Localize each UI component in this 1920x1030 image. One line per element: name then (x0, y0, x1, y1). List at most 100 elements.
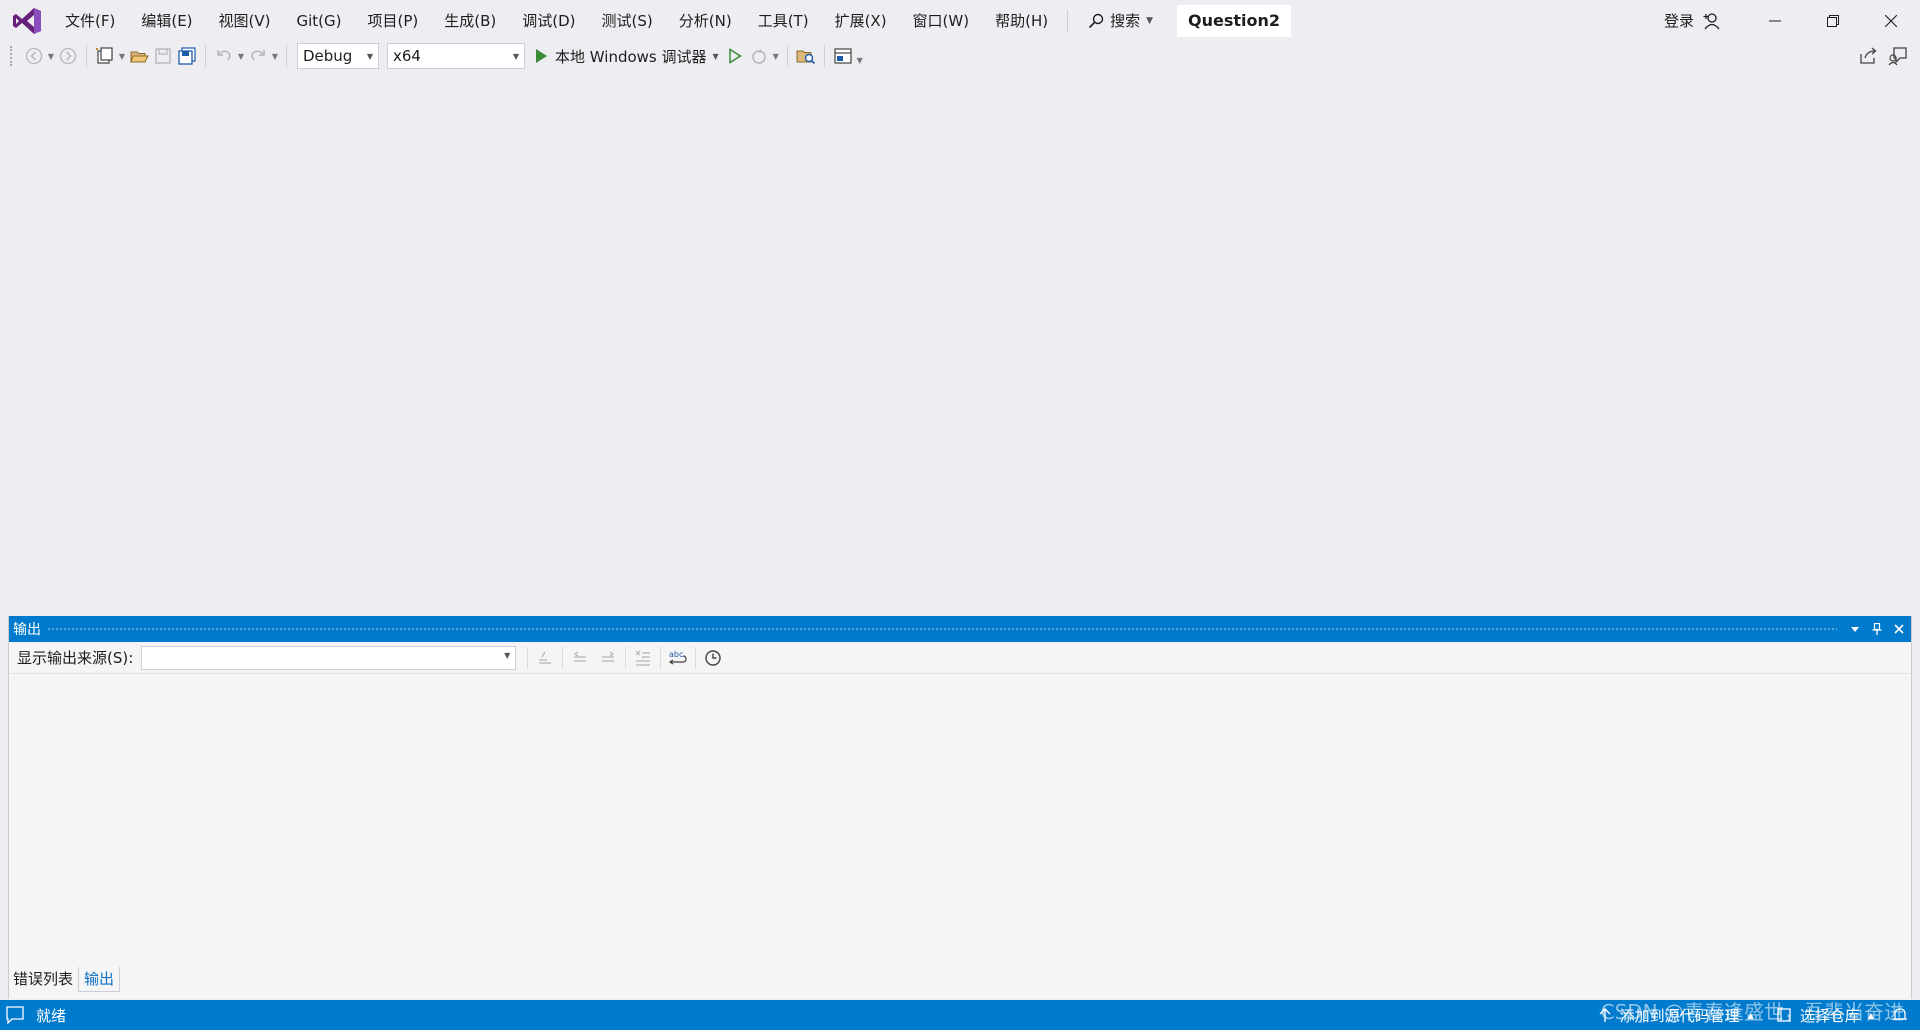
select-repository-button[interactable]: 选择仓库 (1800, 1005, 1860, 1026)
solution-configuration-select[interactable]: Debug ▼ (297, 43, 379, 69)
auto-hide-button[interactable] (1867, 619, 1887, 639)
forward-arrow-icon (59, 47, 77, 65)
clear-all-button[interactable] (629, 646, 657, 670)
status-right: 添加到源代码管理 ▲ 选择仓库 ▲ (1598, 1000, 1908, 1030)
previous-message-button[interactable] (566, 646, 594, 670)
menu-test[interactable]: 测试(S) (589, 6, 666, 36)
redo-icon (251, 50, 265, 61)
menu-window[interactable]: 窗口(W) (900, 6, 983, 36)
open-file-button[interactable] (127, 44, 151, 68)
output-window: 输出 显示输出来源(S): ▼ ab c (8, 616, 1912, 999)
save-all-button[interactable] (175, 44, 199, 68)
open-folder-icon (130, 51, 149, 63)
save-icon (155, 48, 171, 64)
visual-studio-logo-icon[interactable] (12, 6, 42, 36)
restore-icon (1827, 14, 1839, 27)
save-button[interactable] (151, 44, 175, 68)
menu-git[interactable]: Git(G) (284, 6, 355, 36)
window-position-button[interactable] (1845, 619, 1865, 639)
toolbar-grip[interactable] (10, 46, 14, 66)
hot-reload-icon (751, 49, 766, 64)
close-output-button[interactable] (1889, 619, 1909, 639)
minimize-icon (1769, 20, 1781, 21)
notification-bell-icon[interactable] (1892, 1007, 1908, 1023)
chevron-up-icon: ▲ (1747, 1010, 1754, 1020)
find-message-in-code-button[interactable] (531, 646, 559, 670)
output-source-select[interactable]: ▼ (141, 645, 517, 670)
search-button[interactable]: 搜索 ▼ (1078, 6, 1163, 36)
title-bar: 文件(F) 编辑(E) 视图(V) Git(G) 项目(P) 生成(B) 调试(… (0, 0, 1920, 41)
chevron-down-icon[interactable]: ▼ (46, 44, 56, 68)
header-drag-area[interactable] (47, 626, 1837, 632)
add-to-source-control-button[interactable]: 添加到源代码管理 (1620, 1005, 1740, 1026)
menu-view[interactable]: 视图(V) (206, 6, 284, 36)
chevron-down-icon: ▼ (1146, 15, 1154, 26)
output-toolbar: 显示输出来源(S): ▼ ab c (9, 642, 1911, 674)
toggle-word-wrap-button[interactable]: ab c (664, 646, 692, 670)
menu-help[interactable]: 帮助(H) (982, 6, 1061, 36)
chevron-down-icon[interactable]: ▼ (117, 44, 127, 68)
toolbar-separator (660, 646, 662, 669)
menu-file[interactable]: 文件(F) (52, 6, 128, 36)
toolbar-overflow-icon[interactable]: ▼ (855, 44, 865, 68)
chevron-down-icon: ▼ (512, 51, 519, 61)
close-window-button[interactable] (1862, 0, 1920, 41)
menu-build[interactable]: 生成(B) (431, 6, 509, 36)
toolbar-separator (823, 45, 825, 67)
standard-toolbar: ▼ ▼ ▼ ▼ Debug ▼ x64 ▼ 本地 Windows 调试器 ▼ ▼… (0, 41, 1920, 71)
toolbar-separator (286, 45, 287, 67)
chevron-down-icon: ▼ (712, 51, 719, 61)
menu-debug[interactable]: 调试(D) (509, 6, 588, 36)
output-text-area[interactable] (9, 674, 1911, 999)
live-share-button[interactable] (1856, 44, 1880, 68)
tab-error-list[interactable]: 错误列表 (8, 967, 78, 992)
chevron-down-icon[interactable]: ▼ (771, 44, 781, 68)
chevron-down-icon[interactable]: ▼ (236, 44, 246, 68)
menu-tools[interactable]: 工具(T) (745, 6, 822, 36)
start-debugging-button[interactable]: 本地 Windows 调试器 ▼ (529, 43, 723, 69)
clear-all-icon (635, 650, 651, 666)
browse-folder-button[interactable] (794, 44, 818, 68)
output-source-label: 显示输出来源(S): (17, 649, 134, 667)
clock-icon (705, 649, 721, 666)
login-button[interactable]: 登录 (1664, 10, 1694, 31)
previous-message-icon (574, 651, 587, 662)
tab-output[interactable]: 输出 (78, 967, 121, 992)
redo-button[interactable] (246, 44, 270, 68)
solution-name: Question2 (1177, 4, 1292, 37)
show-timestamps-button[interactable] (699, 646, 727, 670)
menu-extensions[interactable]: 扩展(X) (822, 6, 900, 36)
new-project-button[interactable] (93, 44, 117, 68)
chevron-down-icon: ▼ (366, 51, 373, 61)
search-icon (1089, 13, 1104, 28)
repository-icon (1777, 1008, 1791, 1022)
output-window-header[interactable]: 输出 (9, 616, 1911, 642)
undo-button[interactable] (212, 44, 236, 68)
back-arrow-icon (25, 47, 43, 65)
menu-project[interactable]: 项目(P) (355, 6, 432, 36)
minimize-button[interactable] (1746, 0, 1804, 41)
restore-button[interactable] (1804, 0, 1862, 41)
menu-analyze[interactable]: 分析(N) (666, 6, 745, 36)
navigate-back-button[interactable] (22, 44, 46, 68)
menu-edit[interactable]: 编辑(E) (128, 6, 205, 36)
toolbar-right (1856, 41, 1910, 71)
next-message-button[interactable] (594, 646, 622, 670)
toolbar-separator (527, 646, 529, 669)
notifications-icon[interactable] (6, 1006, 24, 1024)
account-icon[interactable] (1702, 11, 1722, 31)
solution-platform-select[interactable]: x64 ▼ (387, 43, 525, 69)
feedback-button[interactable] (1886, 44, 1910, 68)
toolbar-separator (695, 646, 697, 669)
svg-text:c: c (679, 650, 683, 659)
output-window-title: 输出 (13, 622, 41, 638)
word-wrap-icon: ab c (669, 650, 687, 664)
status-ready-text: 就绪 (36, 1006, 67, 1025)
window-layout-icon (834, 48, 852, 64)
hot-reload-button[interactable] (747, 44, 771, 68)
start-without-debugging-button[interactable] (723, 44, 747, 68)
window-layout-button[interactable] (831, 44, 855, 68)
navigate-forward-button[interactable] (56, 44, 80, 68)
chevron-down-icon[interactable]: ▼ (270, 44, 280, 68)
save-all-icon (178, 47, 196, 65)
